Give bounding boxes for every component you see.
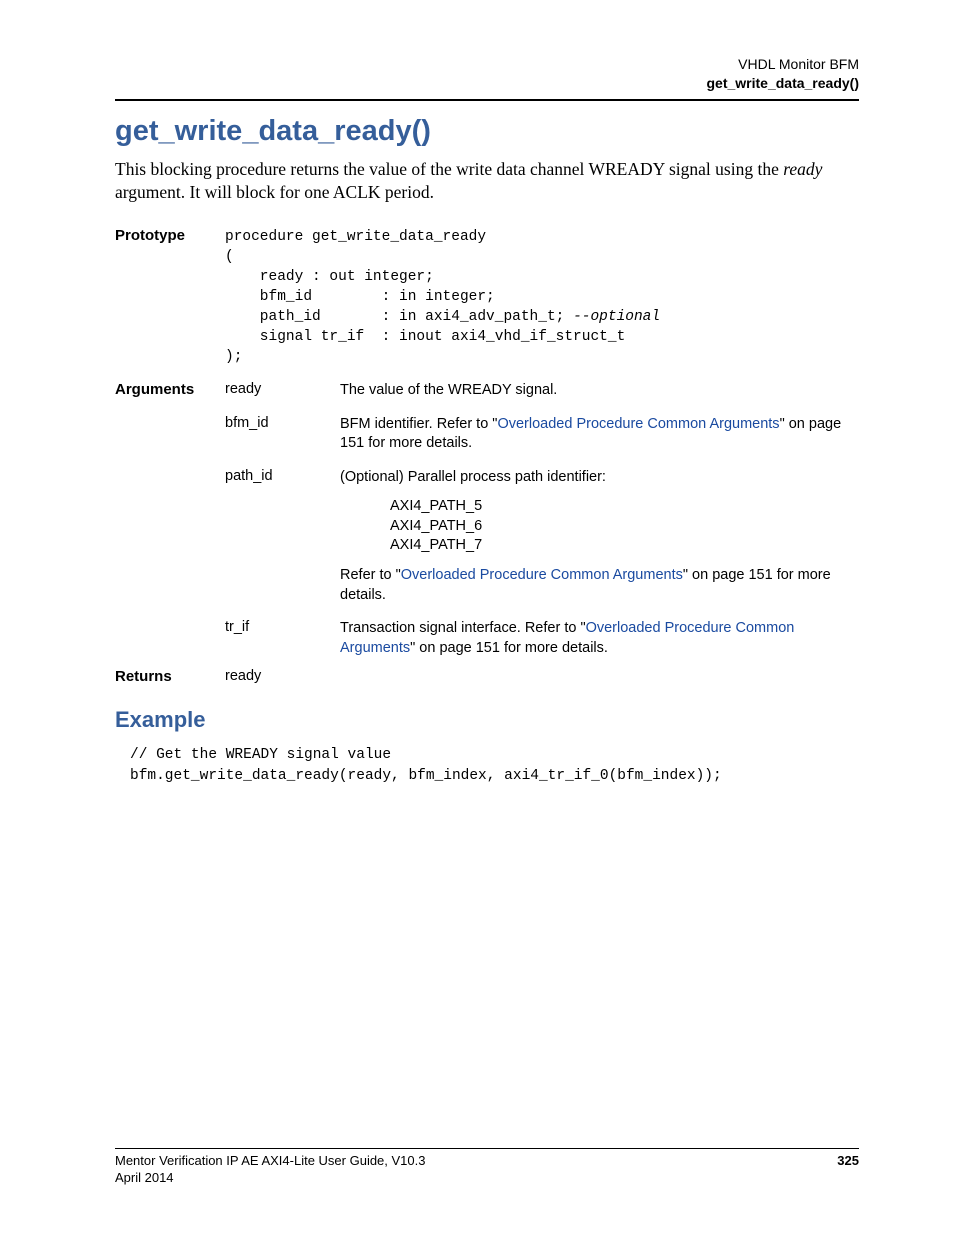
link-common-args[interactable]: Overloaded Procedure Common Arguments: [497, 416, 779, 432]
arg-row-bfmid: bfm_id BFM identifier. Refer to "Overloa…: [225, 415, 859, 454]
returns-value: ready: [225, 668, 340, 684]
ex-l2: bfm.get_write_data_ready(ready, bfm_inde…: [130, 768, 722, 784]
example-code: // Get the WREADY signal value bfm.get_w…: [130, 745, 859, 787]
arg-text-refer: Refer to "Overloaded Procedure Common Ar…: [340, 566, 859, 605]
arg-desc: BFM identifier. Refer to "Overloaded Pro…: [340, 415, 859, 454]
arg-text: " on page 151 for more details.: [410, 640, 608, 656]
arg-desc: Transaction signal interface. Refer to "…: [340, 619, 859, 658]
page-header-right: VHDL Monitor BFM get_write_data_ready(): [115, 55, 859, 93]
footer-rule: [115, 1148, 859, 1149]
arg-row-trif: tr_if Transaction signal interface. Refe…: [225, 619, 859, 658]
footer-row: Mentor Verification IP AE AXI4-Lite User…: [115, 1153, 859, 1168]
intro-paragraph: This blocking procedure returns the valu…: [115, 158, 859, 205]
arg-text: Refer to ": [340, 567, 401, 583]
prototype-section: Prototype procedure get_write_data_ready…: [115, 227, 859, 367]
page-title: get_write_data_ready(): [115, 115, 859, 148]
proto-l4: bfm_id : in integer;: [225, 289, 495, 305]
proto-l2: (: [225, 249, 234, 265]
arg-name: path_id: [225, 468, 340, 605]
footer-left: Mentor Verification IP AE AXI4-Lite User…: [115, 1153, 425, 1168]
arg-text: Transaction signal interface. Refer to ": [340, 620, 586, 636]
arg-name: ready: [225, 381, 340, 401]
header-line1: VHDL Monitor BFM: [115, 55, 859, 74]
prototype-code: procedure get_write_data_ready ( ready :…: [225, 227, 859, 367]
link-common-args[interactable]: Overloaded Procedure Common Arguments: [401, 567, 683, 583]
arguments-label: Arguments: [115, 381, 225, 398]
path-item: AXI4_PATH_5: [390, 497, 859, 517]
arg-name: bfm_id: [225, 415, 340, 454]
path-item: AXI4_PATH_6: [390, 517, 859, 537]
arg-name: tr_if: [225, 619, 340, 658]
proto-l5a: path_id : in axi4_adv_path_t;: [225, 309, 573, 325]
footer-page: 325: [837, 1153, 859, 1168]
path-item: AXI4_PATH_7: [390, 536, 859, 556]
intro-post: argument. It will block for one ACLK per…: [115, 182, 434, 202]
arg-desc: The value of the WREADY signal.: [340, 381, 859, 401]
header-line2: get_write_data_ready(): [115, 74, 859, 93]
example-heading: Example: [115, 707, 859, 733]
arguments-section: Arguments ready The value of the WREADY …: [115, 381, 859, 668]
returns-section: Returns ready: [115, 668, 859, 685]
header-rule: [115, 99, 859, 101]
proto-l3: ready : out integer;: [225, 269, 434, 285]
proto-l5b: --optional: [573, 309, 660, 325]
path-list: AXI4_PATH_5 AXI4_PATH_6 AXI4_PATH_7: [390, 497, 859, 556]
proto-l1: procedure get_write_data_ready: [225, 229, 486, 245]
intro-ital: ready: [783, 159, 822, 179]
proto-l6: signal tr_if : inout axi4_vhd_if_struct_…: [225, 329, 625, 345]
footer-date: April 2014: [115, 1170, 859, 1185]
returns-label: Returns: [115, 668, 225, 685]
ex-l1: // Get the WREADY signal value: [130, 747, 391, 763]
arg-text: BFM identifier. Refer to ": [340, 416, 497, 432]
page-footer: Mentor Verification IP AE AXI4-Lite User…: [115, 1140, 859, 1185]
proto-l7: );: [225, 349, 242, 365]
arguments-body: ready The value of the WREADY signal. bf…: [225, 381, 859, 668]
prototype-label: Prototype: [115, 227, 225, 244]
arg-desc: (Optional) Parallel process path identif…: [340, 468, 859, 605]
arg-row-ready: ready The value of the WREADY signal.: [225, 381, 859, 401]
intro-pre: This blocking procedure returns the valu…: [115, 159, 783, 179]
arg-text: (Optional) Parallel process path identif…: [340, 468, 859, 488]
arg-row-pathid: path_id (Optional) Parallel process path…: [225, 468, 859, 605]
